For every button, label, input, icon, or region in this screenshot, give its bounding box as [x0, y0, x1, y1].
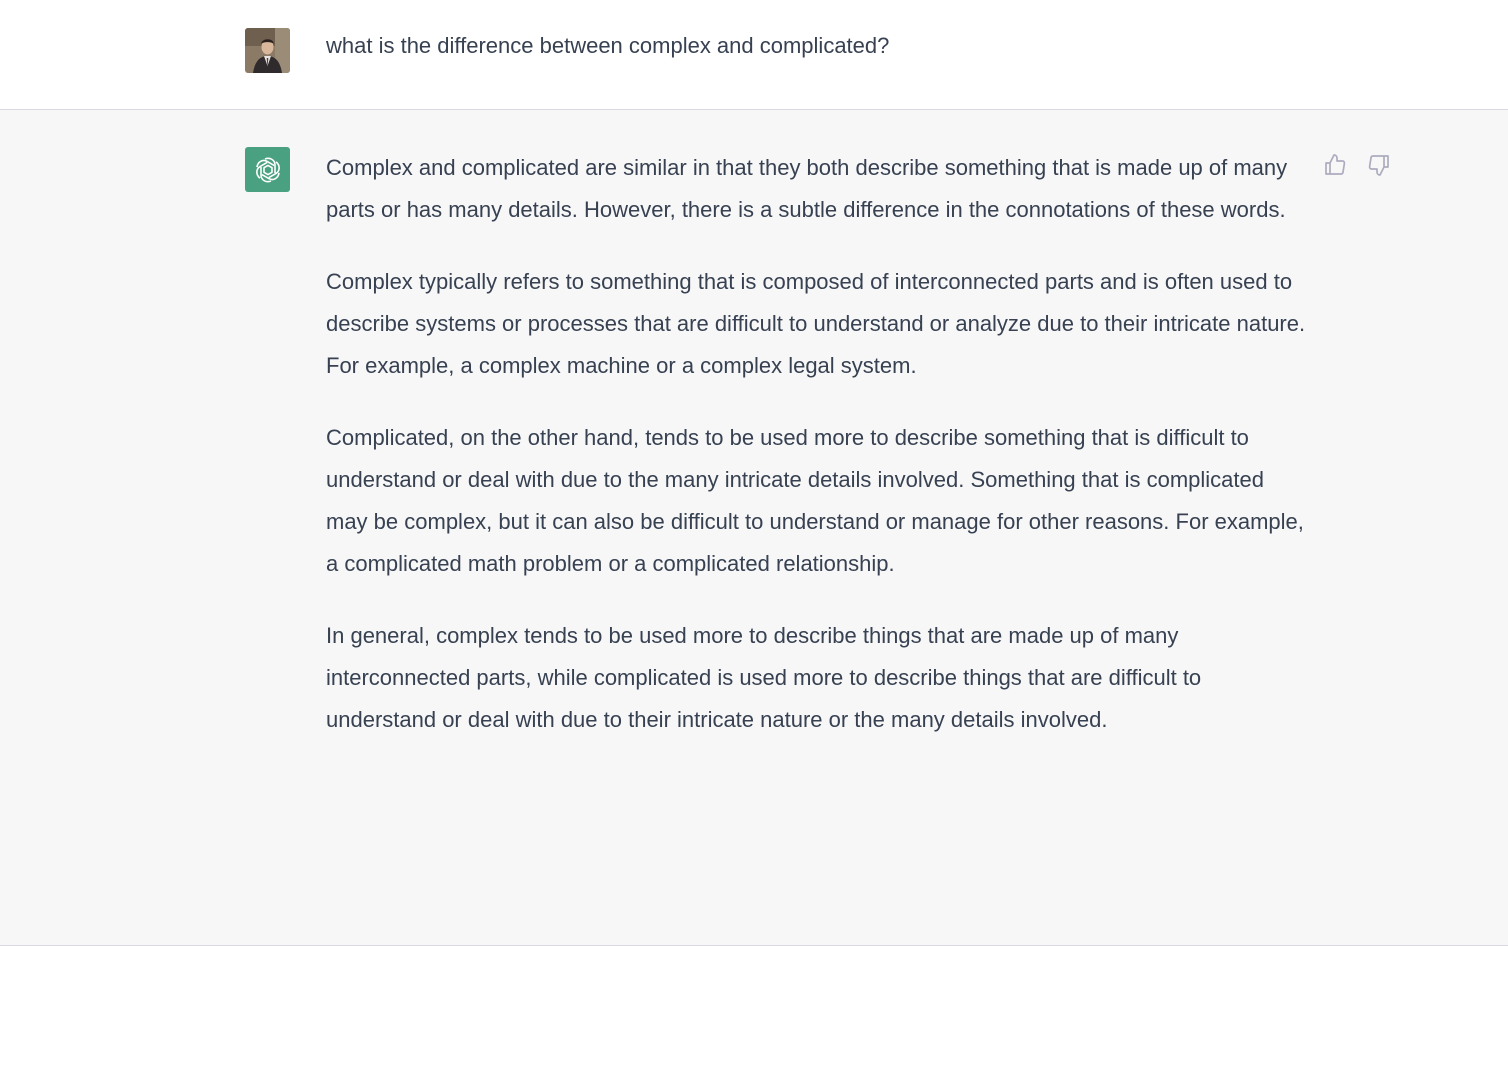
user-avatar-image [245, 28, 290, 73]
user-avatar [245, 28, 290, 73]
answer-paragraph: Complicated, on the other hand, tends to… [326, 425, 1304, 576]
thumbs-down-button[interactable] [1366, 150, 1392, 180]
feedback-buttons [1322, 150, 1392, 180]
answer-paragraph: Complex typically refers to something th… [326, 269, 1306, 378]
user-message-row: what is the difference between complex a… [0, 0, 1508, 110]
assistant-message-row: Complex and complicated are similar in t… [0, 110, 1508, 946]
user-message-text: what is the difference between complex a… [326, 33, 890, 58]
assistant-avatar [245, 147, 290, 192]
thumbs-down-icon [1368, 155, 1389, 176]
assistant-answer: Complex and complicated are similar in t… [326, 147, 1311, 771]
openai-logo-icon [255, 157, 280, 182]
thumbs-up-icon [1325, 154, 1346, 175]
thumbs-up-button[interactable] [1322, 150, 1348, 180]
answer-paragraph: In general, complex tends to be used mor… [326, 623, 1202, 732]
answer-paragraph: Complex and complicated are similar in t… [326, 155, 1288, 222]
